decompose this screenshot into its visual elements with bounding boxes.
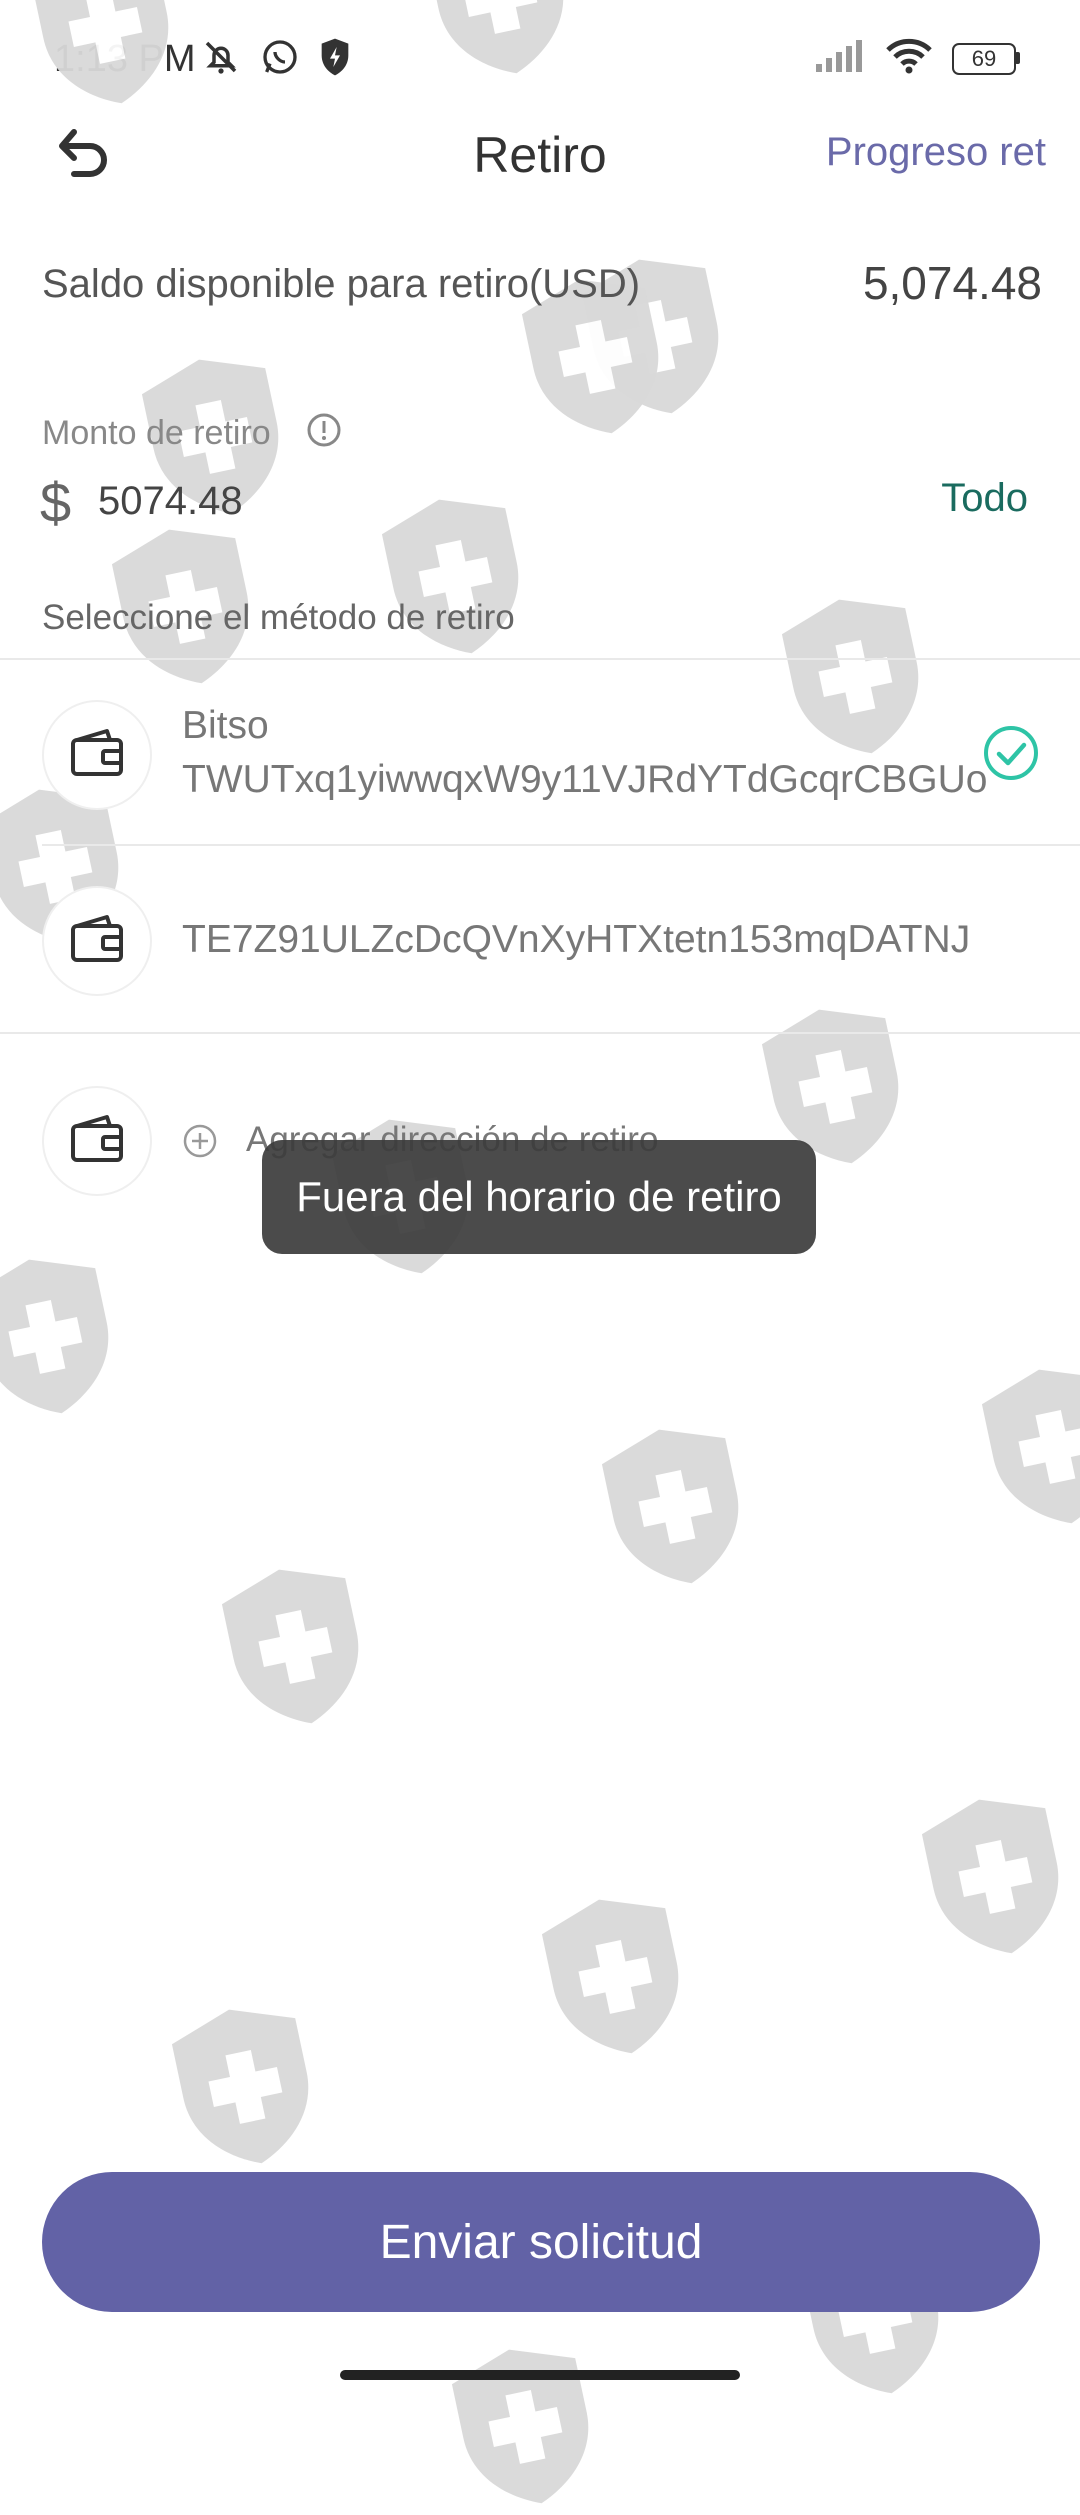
divider <box>0 1032 1080 1034</box>
wifi-icon <box>886 38 932 79</box>
home-indicator <box>340 2370 740 2380</box>
wallet-icon <box>69 914 125 969</box>
shield-plus-watermark-icon <box>600 1420 750 1590</box>
plus-circle-icon <box>182 1123 218 1159</box>
shield-plus-watermark-icon <box>170 2000 320 2170</box>
shield-plus-watermark-icon <box>540 1890 690 2060</box>
wallet-icon-circle <box>42 700 152 810</box>
all-button[interactable]: Todo <box>941 476 1028 521</box>
whatsapp-icon <box>260 37 300 82</box>
submit-button[interactable]: Enviar solicitud <box>42 2172 1040 2312</box>
balance-value: 5,074.48 <box>862 257 1042 309</box>
shield-plus-watermark-icon <box>450 2340 600 2510</box>
method-item-bitso[interactable]: Bitso TWUTxq1yiwwqxW9y11VJRdYTdGcqrCBGUo <box>0 660 1080 844</box>
method-address: TWUTxq1yiwwqxW9y11VJRdYTdGcqrCBGUo <box>182 758 988 801</box>
method-name: Bitso <box>182 704 269 747</box>
toast-message: Fuera del horario de retiro <box>262 1140 816 1254</box>
method-item-2[interactable]: TE7Z91ULZcDcQVnXyHTXtetn153mqDATNJ <box>0 846 1080 1032</box>
amount-label: Monto de retiro <box>42 414 271 452</box>
shield-plus-watermark-icon <box>0 1250 120 1420</box>
shield-plus-watermark-icon <box>920 1790 1070 1960</box>
shield-bolt-icon <box>318 37 352 82</box>
battery-level: 69 <box>971 45 997 71</box>
wallet-icon <box>69 1114 125 1169</box>
wallet-icon-circle <box>42 1086 152 1196</box>
progress-link[interactable]: Progreso ret <box>826 130 1046 175</box>
wallet-icon <box>69 728 125 783</box>
info-icon[interactable] <box>306 412 342 448</box>
shield-plus-watermark-icon <box>980 1360 1080 1530</box>
status-time: 1:13 PM <box>54 38 196 80</box>
signal-icon <box>814 38 866 79</box>
status-icons-left <box>200 36 352 83</box>
balance-label: Saldo disponible para retiro(USD) <box>42 262 641 306</box>
method-section-label: Seleccione el método de retiro <box>42 598 515 637</box>
wallet-icon-circle <box>42 886 152 996</box>
battery-icon: 69 <box>952 42 1020 75</box>
method-address: TE7Z91ULZcDcQVnXyHTXtetn153mqDATNJ <box>182 918 971 961</box>
shield-plus-watermark-icon <box>220 1560 370 1730</box>
amount-input[interactable] <box>96 472 800 530</box>
shield-plus-watermark-icon <box>425 0 575 80</box>
mute-bell-icon <box>200 36 242 83</box>
currency-symbol: $ <box>40 471 72 534</box>
status-icons-right: 69 <box>814 38 1020 79</box>
check-circle-icon <box>982 724 1040 782</box>
